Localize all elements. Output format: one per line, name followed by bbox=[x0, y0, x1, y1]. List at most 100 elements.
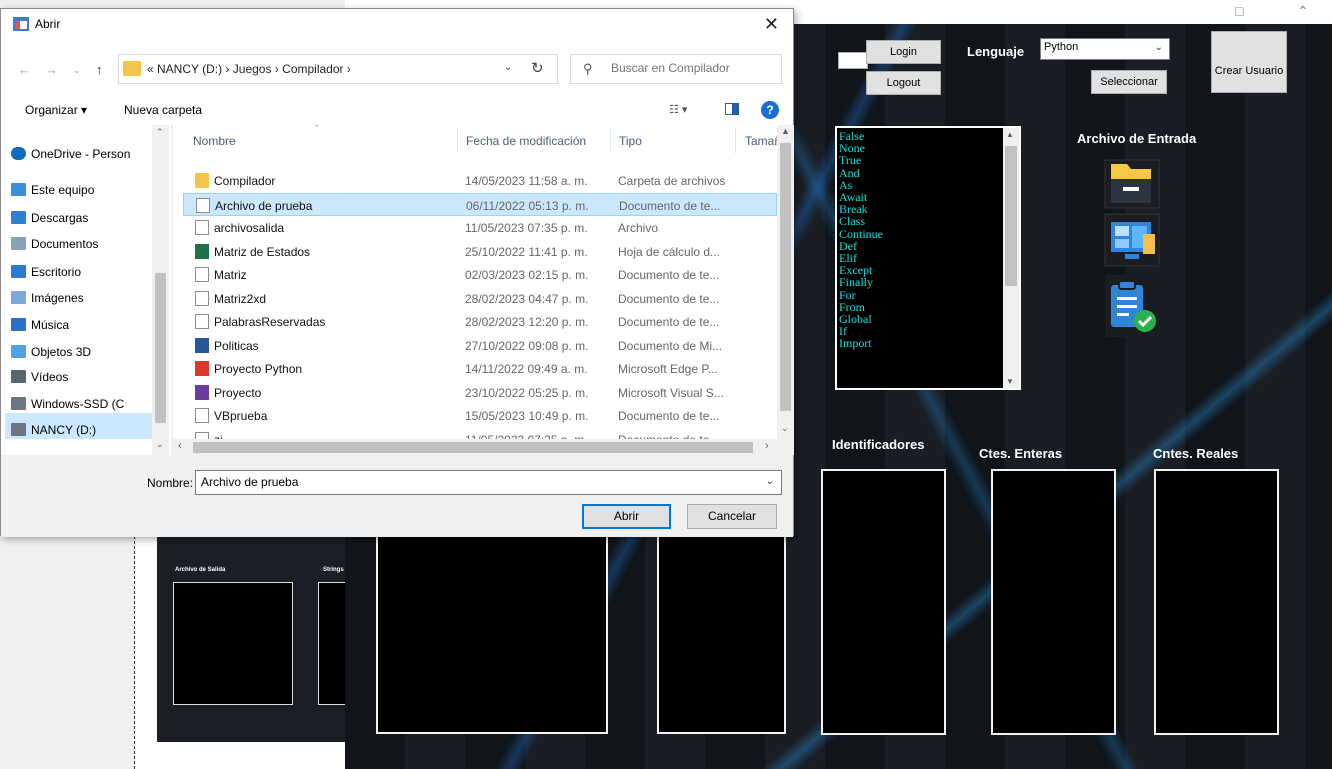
file-list-horizontal-thumb[interactable] bbox=[193, 442, 753, 453]
nav-item[interactable]: Objetos 3D bbox=[11, 345, 91, 359]
int-constants-panel[interactable] bbox=[991, 469, 1116, 735]
scroll-up-icon[interactable]: ▲ bbox=[781, 126, 790, 136]
username-input-tail[interactable] bbox=[838, 52, 868, 69]
help-icon[interactable]: ? bbox=[761, 101, 779, 119]
nav-item[interactable]: Este equipo bbox=[11, 183, 95, 197]
file-row[interactable]: archivosalida 11/05/2023 07:35 p. m. Archi… bbox=[183, 216, 777, 239]
column-divider[interactable] bbox=[457, 127, 458, 153]
file-row[interactable]: Politicas 27/10/2022 09:08 p. m. Documento… bbox=[183, 334, 777, 357]
monitor-icon[interactable] bbox=[1101, 212, 1163, 268]
keyword-item[interactable]: Continue bbox=[839, 227, 1019, 239]
file-name: Proyecto Python bbox=[214, 362, 303, 376]
keyword-item[interactable]: Def bbox=[839, 240, 1019, 252]
close-icon[interactable]: ✕ bbox=[764, 14, 779, 35]
output-panel-2[interactable] bbox=[657, 536, 786, 734]
open-button[interactable]: Abrir bbox=[582, 504, 671, 529]
chevron-down-icon[interactable]: ⌄ bbox=[504, 62, 512, 73]
file-row[interactable]: PalabrasReservadas 28/02/2023 12:20 p. m.… bbox=[183, 310, 777, 333]
recent-locations-chevron-icon[interactable]: ⌄ bbox=[73, 65, 81, 76]
keywords-scroll-thumb[interactable] bbox=[1005, 146, 1017, 286]
forward-arrow-icon[interactable]: → bbox=[45, 62, 58, 77]
nav-item[interactable]: Windows-SSD (C bbox=[11, 397, 124, 411]
keyword-item[interactable]: For bbox=[839, 288, 1019, 300]
filename-combobox[interactable]: ⌄ bbox=[195, 470, 782, 495]
nav-item-label: Este equipo bbox=[31, 183, 95, 197]
organize-menu[interactable]: Organizar ▾ bbox=[25, 103, 87, 117]
output-panel-1[interactable] bbox=[376, 536, 608, 734]
scroll-down-icon[interactable]: ⌄ bbox=[781, 423, 789, 434]
up-arrow-icon[interactable]: ↑ bbox=[96, 62, 103, 77]
logout-button[interactable]: Logout bbox=[866, 71, 941, 95]
chevron-down-icon[interactable]: ⌄ bbox=[766, 476, 774, 487]
file-list-vertical-thumb[interactable] bbox=[780, 143, 791, 411]
address-breadcrumb[interactable]: « NANCY (D:) › Juegos › Compilador › bbox=[147, 62, 351, 76]
file-list-horizontal-scrollbar[interactable]: ‹ › bbox=[173, 439, 794, 455]
nav-item[interactable]: Descargas bbox=[11, 211, 88, 225]
doc-file-icon bbox=[195, 220, 209, 235]
scroll-down-icon[interactable]: ▼ bbox=[1006, 377, 1014, 386]
scroll-down-icon[interactable]: ⌄ bbox=[156, 439, 164, 450]
column-divider[interactable] bbox=[610, 127, 611, 153]
file-row[interactable]: Archivo de prueba 06/11/2022 05:13 p. m. D… bbox=[183, 192, 777, 216]
keywords-listbox[interactable]: False None True And As Await Break Class Continu… bbox=[835, 126, 1021, 390]
file-row[interactable]: Matriz 02/03/2023 02:15 p. m. Documento de… bbox=[183, 263, 777, 286]
minimize-icon[interactable]: □ bbox=[1235, 3, 1243, 19]
language-select-value: Python bbox=[1044, 41, 1079, 53]
language-select[interactable]: Python ⌄ bbox=[1040, 38, 1170, 60]
column-name[interactable]: Nombre bbox=[193, 134, 236, 148]
keyword-item[interactable]: Class bbox=[839, 215, 1019, 227]
file-row[interactable]: Matriz de Estados 25/10/2022 11:41 p. m. H… bbox=[183, 240, 777, 263]
column-size[interactable]: Tamañ bbox=[745, 134, 781, 148]
chevron-up-icon[interactable]: ⌃ bbox=[1297, 3, 1309, 20]
back-arrow-icon[interactable]: ← bbox=[18, 62, 31, 77]
file-list-vertical-scrollbar[interactable]: ▲ ⌄ bbox=[777, 125, 794, 439]
clipboard-check-icon[interactable] bbox=[1101, 275, 1167, 341]
keywords-scrollbar[interactable]: ▲ ▼ bbox=[1003, 128, 1019, 388]
refresh-icon[interactable]: ↻ bbox=[531, 59, 544, 77]
file-row[interactable]: Proyecto Python 14/11/2022 09:49 a. m. Mic… bbox=[183, 357, 777, 380]
keyword-item[interactable]: Import bbox=[839, 337, 1019, 349]
search-input[interactable] bbox=[611, 61, 776, 75]
nav-scrollbar[interactable]: ⌃ ⌄ bbox=[152, 125, 169, 455]
column-type[interactable]: Tipo bbox=[619, 134, 642, 148]
keyword-item[interactable]: None bbox=[839, 142, 1019, 154]
login-button[interactable]: Login bbox=[866, 40, 941, 64]
nav-scroll-thumb[interactable] bbox=[155, 273, 166, 423]
nav-item[interactable]: Escritorio bbox=[11, 265, 81, 279]
keyword-item[interactable]: False bbox=[839, 130, 1019, 142]
file-row[interactable]: Matriz2xd 28/02/2023 04:47 p. m. Documento… bbox=[183, 287, 777, 310]
keyword-item[interactable]: Global bbox=[839, 313, 1019, 325]
file-row[interactable]: Proyecto 23/10/2022 05:25 p. m. Microsoft … bbox=[183, 381, 777, 404]
preview-pane-icon[interactable] bbox=[725, 103, 739, 118]
scroll-up-icon[interactable]: ▲ bbox=[1006, 130, 1014, 139]
nav-item[interactable]: Imágenes bbox=[11, 291, 84, 305]
create-user-button[interactable]: Crear Usuario bbox=[1211, 31, 1287, 93]
view-options-icon[interactable]: ☷ ▾ bbox=[669, 103, 687, 116]
scroll-up-icon[interactable]: ⌃ bbox=[156, 127, 164, 138]
excel-file-icon bbox=[195, 243, 209, 259]
search-box[interactable]: ⚲ bbox=[570, 54, 782, 84]
column-divider[interactable] bbox=[735, 127, 736, 153]
nav-item[interactable]: NANCY (D:) bbox=[11, 423, 96, 437]
select-language-button[interactable]: Seleccionar bbox=[1091, 70, 1167, 94]
keyword-item[interactable]: Finally bbox=[839, 276, 1019, 288]
column-date[interactable]: Fecha de modificación bbox=[466, 134, 586, 148]
nav-item[interactable]: Música bbox=[11, 318, 69, 332]
identifiers-panel[interactable] bbox=[821, 469, 946, 735]
keyword-item[interactable]: Break bbox=[839, 203, 1019, 215]
new-folder-button[interactable]: Nueva carpeta bbox=[124, 103, 202, 117]
real-constants-panel[interactable] bbox=[1154, 469, 1279, 735]
file-row[interactable]: Compilador 14/05/2023 11:58 a. m. Carpeta … bbox=[183, 169, 777, 192]
nav-item[interactable]: Documentos bbox=[11, 237, 98, 251]
filename-input[interactable] bbox=[201, 475, 741, 489]
keyword-item[interactable]: And bbox=[839, 166, 1019, 178]
address-bar[interactable]: « NANCY (D:) › Juegos › Compilador › ⌄ ↻ bbox=[118, 54, 558, 84]
cancel-button[interactable]: Cancelar bbox=[687, 504, 777, 529]
nav-item[interactable]: OneDrive - Person bbox=[11, 147, 130, 161]
keyword-item[interactable]: True bbox=[839, 154, 1019, 166]
file-row[interactable]: VBprueba 15/05/2023 10:49 p. m. Documento … bbox=[183, 404, 777, 427]
scroll-right-icon[interactable]: › bbox=[765, 440, 769, 452]
open-folder-icon[interactable] bbox=[1101, 156, 1163, 211]
nav-item[interactable]: Vídeos bbox=[11, 370, 68, 384]
scroll-left-icon[interactable]: ‹ bbox=[178, 440, 182, 452]
